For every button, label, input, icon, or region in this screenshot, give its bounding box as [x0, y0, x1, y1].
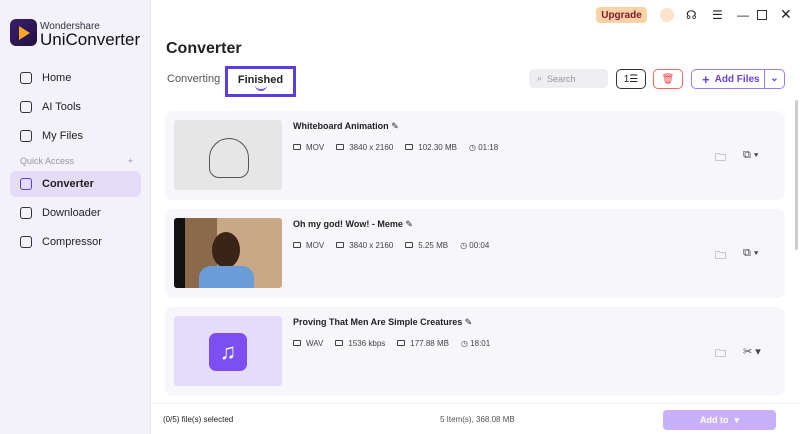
file-name: Whiteboard Animation ✎ — [293, 121, 399, 131]
edit-icon[interactable]: ✎ — [405, 219, 413, 229]
quick-access: Quick Access + — [20, 156, 133, 166]
downloader-icon — [20, 207, 32, 219]
add-quick-access-icon[interactable]: + — [128, 156, 133, 166]
edit-icon[interactable]: ✎ — [465, 317, 473, 327]
ai-tools-icon — [20, 101, 32, 113]
avatar[interactable] — [660, 8, 674, 22]
menu-icon[interactable]: ☰ — [712, 8, 723, 22]
scrollbar[interactable] — [795, 100, 798, 250]
label: Downloader — [42, 207, 101, 219]
open-folder-icon[interactable]: 🗀 — [715, 247, 726, 266]
page-title: Converter — [166, 40, 242, 57]
label: My Files — [42, 130, 83, 142]
chevron-down-icon[interactable]: ⌄ — [764, 70, 784, 88]
size: 5.25 MB — [405, 241, 448, 250]
converter-icon — [20, 178, 32, 190]
format: WAV — [293, 339, 323, 348]
size: 177.88 MB — [397, 339, 449, 348]
label: AI Tools — [42, 101, 81, 113]
sidebar-item-my-files[interactable]: My Files — [10, 123, 141, 149]
audio-thumbnail[interactable]: ♫ — [174, 316, 282, 386]
file-meta: MOV 3840 x 2160 5.25 MB ◷ 00:04 — [293, 241, 489, 250]
open-folder-icon[interactable]: 🗀 — [715, 345, 726, 364]
bitrate: 1536 kbps — [335, 339, 385, 348]
add-files-button[interactable]: + Add Files ⌄ — [691, 69, 785, 89]
format: MOV — [293, 241, 324, 250]
sidebar: Wondershare UniConverter Home AI Tools M… — [0, 0, 151, 434]
label: Converter — [42, 178, 94, 190]
home-icon — [20, 72, 32, 84]
upgrade-button[interactable]: Upgrade — [596, 7, 647, 23]
search-input[interactable]: ⌕ Search — [529, 69, 608, 88]
minimize-icon[interactable]: — — [737, 8, 749, 22]
file-card[interactable]: Oh my god! Wow! - Meme ✎ MOV 3840 x 2160 5… — [165, 209, 785, 298]
file-card[interactable]: ♫ Proving That Men Are Simple Creatures … — [165, 307, 785, 396]
file-meta: WAV 1536 kbps 177.88 MB ◷ 18:01 — [293, 339, 490, 348]
plus-icon: + — [702, 71, 710, 87]
quick-access-label: Quick Access — [20, 156, 75, 166]
music-icon: ♫ — [209, 333, 247, 371]
search-icon: ⌕ — [537, 73, 543, 83]
file-meta: MOV 3840 x 2160 102.30 MB ◷ 01:18 — [293, 143, 498, 152]
crop-icon[interactable]: ⧉ ▾ — [743, 149, 759, 162]
file-name: Proving That Men Are Simple Creatures ✎ — [293, 317, 473, 327]
sidebar-item-ai-tools[interactable]: AI Tools — [10, 94, 141, 120]
footer: (0/5) file(s) selected 5 Item(s), 368.08… — [151, 403, 800, 434]
sort-button[interactable]: 1☰ — [616, 69, 646, 89]
app-logo — [10, 19, 37, 46]
add-to-label: Add to — [699, 415, 729, 425]
add-to-button[interactable]: Add to ▾ — [663, 410, 776, 430]
open-folder-icon[interactable]: 🗀 — [715, 149, 726, 168]
selection-count: (0/5) file(s) selected — [163, 414, 234, 424]
summary: 5 Item(s), 368.08 MB — [440, 414, 515, 424]
label: Home — [42, 72, 72, 84]
video-thumbnail[interactable] — [174, 120, 282, 190]
sidebar-item-converter[interactable]: Converter — [10, 171, 141, 197]
format: MOV — [293, 143, 324, 152]
crop-icon[interactable]: ⧉ ▾ — [743, 247, 759, 260]
resolution: 3840 x 2160 — [336, 143, 393, 152]
sidebar-item-compressor[interactable]: Compressor — [10, 229, 141, 255]
video-thumbnail[interactable] — [174, 218, 282, 288]
support-icon[interactable]: ☊ — [686, 8, 697, 22]
search-placeholder: Search — [547, 73, 576, 84]
compressor-icon — [20, 236, 32, 248]
close-icon[interactable]: ✕ — [780, 6, 792, 23]
tab-finished[interactable]: Finished — [225, 66, 296, 97]
duration: ◷ 18:01 — [460, 339, 491, 348]
add-files-label: Add Files — [714, 73, 760, 85]
delete-button[interactable]: 🗑 — [653, 69, 683, 89]
tab-converting[interactable]: Converting — [167, 73, 220, 85]
resolution: 3840 x 2160 — [336, 241, 393, 250]
sidebar-item-home[interactable]: Home — [10, 65, 141, 91]
duration: ◷ 00:04 — [460, 241, 490, 250]
file-name: Oh my god! Wow! - Meme ✎ — [293, 219, 413, 229]
size: 102.30 MB — [405, 143, 457, 152]
duration: ◷ 01:18 — [468, 143, 499, 152]
sidebar-item-downloader[interactable]: Downloader — [10, 200, 141, 226]
chevron-down-icon: ▾ — [734, 414, 740, 425]
file-card[interactable]: Whiteboard Animation ✎ MOV 3840 x 2160 102… — [165, 111, 785, 200]
maximize-icon[interactable] — [757, 10, 767, 20]
label: Compressor — [42, 236, 102, 248]
scissors-icon[interactable]: ✂ ▾ — [743, 345, 761, 358]
brand-name: UniConverter — [40, 30, 141, 49]
my-files-icon — [20, 130, 32, 142]
edit-icon[interactable]: ✎ — [391, 121, 399, 131]
